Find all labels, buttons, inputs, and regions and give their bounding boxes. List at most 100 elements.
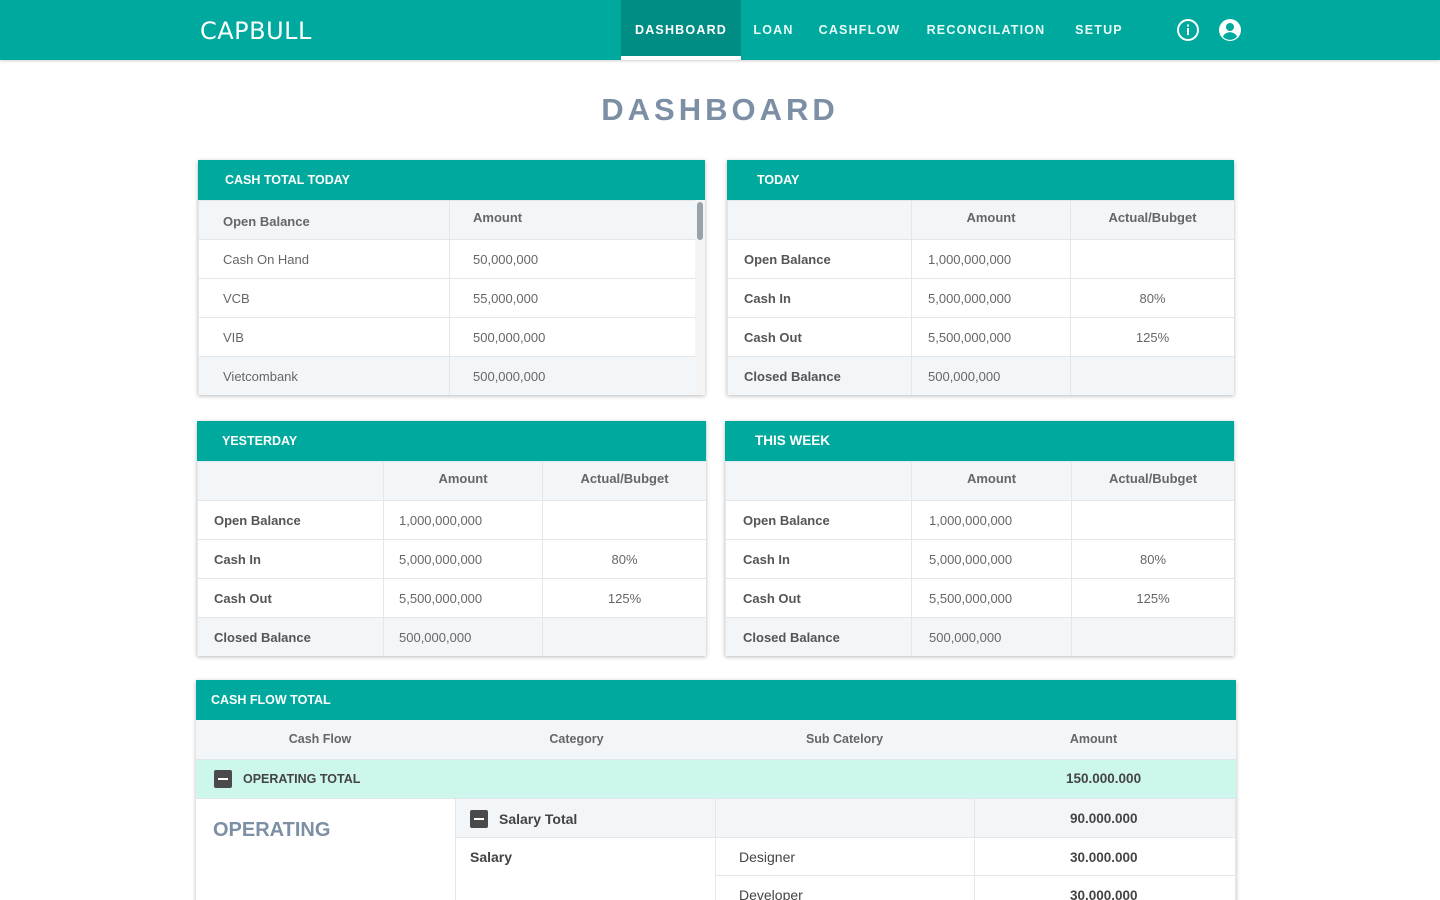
column-header: Amount xyxy=(383,461,543,501)
operating-cell: OPERATING xyxy=(196,799,456,900)
row-label: Closed Balance xyxy=(197,617,384,656)
sub-category-amount: 30.000.000 xyxy=(1070,850,1138,865)
nav-tab-dashboard[interactable]: DASHBOARD xyxy=(621,0,741,60)
account-amount: 500,000,000 xyxy=(449,317,696,357)
page-title: DASHBOARD xyxy=(601,92,839,127)
info-icon[interactable] xyxy=(1176,18,1200,42)
column-header xyxy=(725,461,912,501)
salary-cell: Salary xyxy=(456,838,716,900)
table-row: VCB 55,000,000 xyxy=(198,278,696,318)
nav-tab-loan[interactable]: LOAN xyxy=(741,0,806,60)
this-week-card: THIS WEEK Amount Actual/Bubget Open Bala… xyxy=(725,421,1234,656)
sub-category-name: Designer xyxy=(739,849,796,865)
amount-cell: 5,000,000,000 xyxy=(911,278,1071,318)
percent-cell: 80% xyxy=(1070,278,1234,318)
percent-cell: 125% xyxy=(1071,578,1234,618)
table-row: Open Balance 1,000,000,000 xyxy=(725,500,1234,540)
card-title: THIS WEEK xyxy=(725,421,1234,461)
column-header: Amount xyxy=(911,461,1072,501)
cash-flow-column-headers: Cash Flow Category Sub Catelory Amount xyxy=(196,720,1236,759)
amount-cell: 500,000,000 xyxy=(911,356,1071,395)
yesterday-card: YESTERDAY Amount Actual/Bubget Open Bala… xyxy=(197,421,706,656)
cash-flow-total-card: CASH FLOW TOTAL Cash Flow Category Sub C… xyxy=(196,680,1236,900)
percent-cell xyxy=(542,500,706,540)
column-header: Actual/Bubget xyxy=(1071,461,1234,501)
percent-cell xyxy=(1070,239,1234,279)
app-logo[interactable]: CAPBULL xyxy=(200,17,312,45)
card-title: YESTERDAY xyxy=(197,421,706,461)
today-table: Amount Actual/Bubget Open Balance 1,000,… xyxy=(727,200,1234,395)
account-name: VIB xyxy=(198,317,450,357)
row-label: Cash Out xyxy=(727,317,912,357)
card-title: TODAY xyxy=(727,160,1234,200)
card-title: CASH FLOW TOTAL xyxy=(196,680,1236,720)
cash-total-today-card: CASH TOTAL TODAY Open Balance Amount Cas… xyxy=(198,160,705,395)
today-card: TODAY Amount Actual/Bubget Open Balance … xyxy=(727,160,1234,395)
column-header: Amount xyxy=(911,200,1071,240)
table-row: Open Balance 1,000,000,000 xyxy=(197,500,706,540)
table-row: Cash Out 5,500,000,000 125% xyxy=(197,578,706,618)
table-row: Open Balance 1,000,000,000 xyxy=(727,239,1234,279)
row-label: Closed Balance xyxy=(727,356,912,395)
row-label: Closed Balance xyxy=(725,617,912,656)
percent-cell: 125% xyxy=(1070,317,1234,357)
column-header: Open Balance xyxy=(198,200,450,240)
column-header xyxy=(727,200,912,240)
nav-tab-reconcilation[interactable]: RECONCILATION xyxy=(913,0,1059,60)
account-amount: 500,000,000 xyxy=(449,356,696,395)
column-header: Category xyxy=(549,732,604,746)
percent-cell: 80% xyxy=(542,539,706,579)
percent-cell xyxy=(542,617,706,656)
account-circle-icon[interactable] xyxy=(1218,18,1242,42)
table-row: Cash In 5,000,000,000 80% xyxy=(197,539,706,579)
table-row: Cash Out 5,500,000,000 125% xyxy=(727,317,1234,357)
amount-cell: 5,000,000,000 xyxy=(383,539,543,579)
table-row: VIB 500,000,000 xyxy=(198,317,696,357)
table-row: Cash Out 5,500,000,000 125% xyxy=(725,578,1234,618)
table-row: Vietcombank 500,000,000 xyxy=(198,356,696,395)
cash-total-table: Open Balance Amount Cash On Hand 50,000,… xyxy=(198,200,696,395)
operating-total-row[interactable]: OPERATING TOTAL 150.000.000 xyxy=(196,759,1236,799)
row-label: Cash In xyxy=(197,539,384,579)
amount-cell: 1,000,000,000 xyxy=(383,500,543,540)
row-label: Cash In xyxy=(725,539,912,579)
sub-category-amount: 30.000.000 xyxy=(1070,888,1138,900)
amount-cell: 1,000,000,000 xyxy=(911,500,1072,540)
sub-category-cell: Developer xyxy=(716,876,975,900)
sub-category-name: Developer xyxy=(739,887,803,900)
empty-cell xyxy=(716,799,975,838)
sub-category-amount-cell: 30.000.000 xyxy=(975,838,1236,876)
row-label: Cash Out xyxy=(197,578,384,618)
salary-label: Salary xyxy=(470,849,513,865)
column-header: Actual/Bubget xyxy=(542,461,706,501)
collapse-icon[interactable] xyxy=(214,770,232,788)
table-row: Cash In 5,000,000,000 80% xyxy=(725,539,1234,579)
column-header: Actual/Bubget xyxy=(1070,200,1234,240)
percent-cell xyxy=(1071,500,1234,540)
main-nav: DASHBOARD LOAN CASHFLOW RECONCILATION SE… xyxy=(621,0,1139,60)
operating-total-label: OPERATING TOTAL xyxy=(243,772,361,786)
account-name: Vietcombank xyxy=(198,356,450,395)
this-week-table: Amount Actual/Bubget Open Balance 1,000,… xyxy=(725,461,1234,656)
nav-tab-setup[interactable]: SETUP xyxy=(1059,0,1139,60)
table-row: Closed Balance 500,000,000 xyxy=(197,617,706,656)
column-header: Amount xyxy=(449,200,696,240)
scrollbar-thumb[interactable] xyxy=(697,202,703,240)
row-label: Open Balance xyxy=(725,500,912,540)
row-label: Cash Out xyxy=(725,578,912,618)
operating-group: OPERATING Salary Total 90.000.000 Salary… xyxy=(196,799,1236,900)
salary-total-amount-cell: 90.000.000 xyxy=(975,799,1236,838)
row-label: Cash In xyxy=(727,278,912,318)
top-navbar: CAPBULL DASHBOARD LOAN CASHFLOW RECONCIL… xyxy=(0,0,1440,60)
operating-total-amount: 150.000.000 xyxy=(1066,771,1142,786)
account-name: VCB xyxy=(198,278,450,318)
table-row: Closed Balance 500,000,000 xyxy=(727,356,1234,395)
sub-category-amount-cell: 30.000.000 xyxy=(975,876,1236,900)
column-header: Cash Flow xyxy=(288,732,352,746)
card-title: CASH TOTAL TODAY xyxy=(198,160,705,200)
salary-total-cell[interactable]: Salary Total xyxy=(456,799,716,838)
table-row: Cash On Hand 50,000,000 xyxy=(198,239,696,279)
nav-tab-cashflow[interactable]: CASHFLOW xyxy=(806,0,913,60)
column-header xyxy=(197,461,384,501)
collapse-icon[interactable] xyxy=(470,810,488,828)
